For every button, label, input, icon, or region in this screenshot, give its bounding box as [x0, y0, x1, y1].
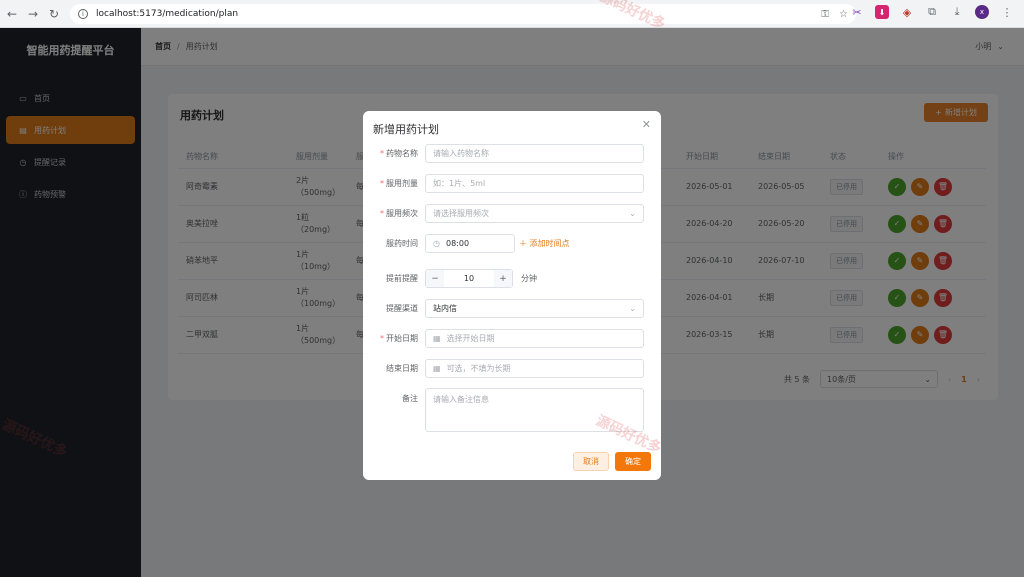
- form-row-dose: * 服用剂量 如：1片、5ml: [363, 174, 661, 193]
- channel-select[interactable]: 站内信 ⌄: [425, 299, 644, 318]
- form-row-remind: 提前提醒 − 10 + 分钟: [363, 269, 661, 288]
- required-mark: *: [380, 179, 384, 188]
- required-mark: *: [380, 149, 384, 158]
- calendar-icon: ▦: [433, 364, 441, 373]
- form-label: 服用剂量: [386, 179, 418, 188]
- bookmark-star-icon[interactable]: ☆: [839, 9, 848, 20]
- form-row-start: * 开始日期 ▦ 选择开始日期: [363, 329, 661, 348]
- chevron-down-icon: ⌄: [629, 304, 636, 313]
- form-label: 备注: [402, 394, 418, 403]
- address-bar[interactable]: i localhost:5173/medication/plan ⚿ ☆: [70, 4, 856, 24]
- remind-value[interactable]: 10: [444, 274, 494, 283]
- drug-name-input[interactable]: 请输入药物名称: [425, 144, 644, 163]
- add-time-link[interactable]: ＋ 添加时间点: [519, 238, 570, 249]
- back-icon[interactable]: ←: [3, 5, 21, 23]
- forward-icon[interactable]: →: [24, 5, 42, 23]
- channel-value: 站内信: [433, 304, 457, 313]
- form-label: 服药时间: [386, 239, 418, 248]
- form-row-channel: 提醒渠道 站内信 ⌄: [363, 299, 661, 318]
- reload-icon[interactable]: ↻: [45, 5, 63, 23]
- placeholder: 请输入备注信息: [433, 395, 489, 404]
- dose-input[interactable]: 如：1片、5ml: [425, 174, 644, 193]
- form-row-time: 服药时间 ◷ 08:00 ＋ 添加时间点: [363, 234, 661, 253]
- form-label-wrap: * 药物名称: [363, 148, 425, 159]
- time-picker[interactable]: ◷ 08:00: [425, 234, 515, 253]
- scissors-extension-icon[interactable]: ✂: [850, 5, 864, 19]
- placeholder: 请输入药物名称: [433, 149, 489, 158]
- placeholder: 选择开始日期: [446, 334, 495, 343]
- time-value: 08:00: [445, 239, 470, 248]
- calendar-icon: ▦: [433, 334, 441, 343]
- form-row-frequency: * 服用频次 请选择服用频次 ⌄: [363, 204, 661, 223]
- dialog-title: 新增用药计划: [373, 123, 439, 136]
- key-icon[interactable]: ⚿: [821, 9, 829, 20]
- chevron-down-icon: ⌄: [629, 209, 636, 218]
- form-label-wrap: * 开始日期: [363, 333, 425, 344]
- site-info-icon[interactable]: i: [78, 9, 88, 19]
- profile-avatar[interactable]: x: [975, 5, 989, 19]
- cancel-button[interactable]: 取消: [573, 452, 609, 471]
- placeholder: 如：1片、5ml: [433, 179, 486, 188]
- confirm-button[interactable]: 确定: [615, 452, 651, 471]
- required-mark: *: [380, 334, 384, 343]
- download-extension-icon[interactable]: ⬇: [875, 5, 889, 19]
- plus-icon[interactable]: +: [494, 270, 512, 287]
- remind-stepper[interactable]: − 10 +: [425, 269, 513, 288]
- form-label-wrap: * 服用剂量: [363, 178, 425, 189]
- downloads-icon[interactable]: ⤓: [950, 5, 964, 19]
- start-date-picker[interactable]: ▦ 选择开始日期: [425, 329, 644, 348]
- menu-dots-icon[interactable]: ⋮: [1000, 5, 1014, 19]
- form-label: 提前提醒: [386, 274, 418, 283]
- minus-icon[interactable]: −: [426, 270, 444, 287]
- frequency-select[interactable]: 请选择服用频次 ⌄: [425, 204, 644, 223]
- close-icon[interactable]: ✕: [642, 118, 651, 131]
- form-label: 结束日期: [386, 364, 418, 373]
- required-mark: *: [380, 209, 384, 218]
- url-text: localhost:5173/medication/plan: [96, 9, 239, 19]
- form-label-wrap: * 服用频次: [363, 208, 425, 219]
- form-label: 药物名称: [386, 149, 418, 158]
- puzzle-icon[interactable]: ⧉: [925, 5, 939, 19]
- browser-toolbar: ← → ↻ i localhost:5173/medication/plan ⚿…: [0, 0, 1024, 28]
- form-label: 服用频次: [386, 209, 418, 218]
- placeholder: 可选，不填为长期: [446, 364, 511, 373]
- clock-icon: ◷: [433, 239, 440, 248]
- extension-icon[interactable]: ◈: [900, 5, 914, 19]
- form-row-name: * 药物名称 请输入药物名称: [363, 144, 661, 163]
- add-time-label: 添加时间点: [529, 239, 570, 248]
- form-row-end: 结束日期 ▦ 可选，不填为长期: [363, 359, 661, 378]
- form-label: 提醒渠道: [386, 304, 418, 313]
- form-label: 开始日期: [386, 334, 418, 343]
- remind-unit: 分钟: [521, 274, 537, 283]
- end-date-picker[interactable]: ▦ 可选，不填为长期: [425, 359, 644, 378]
- placeholder: 请选择服用频次: [433, 209, 489, 218]
